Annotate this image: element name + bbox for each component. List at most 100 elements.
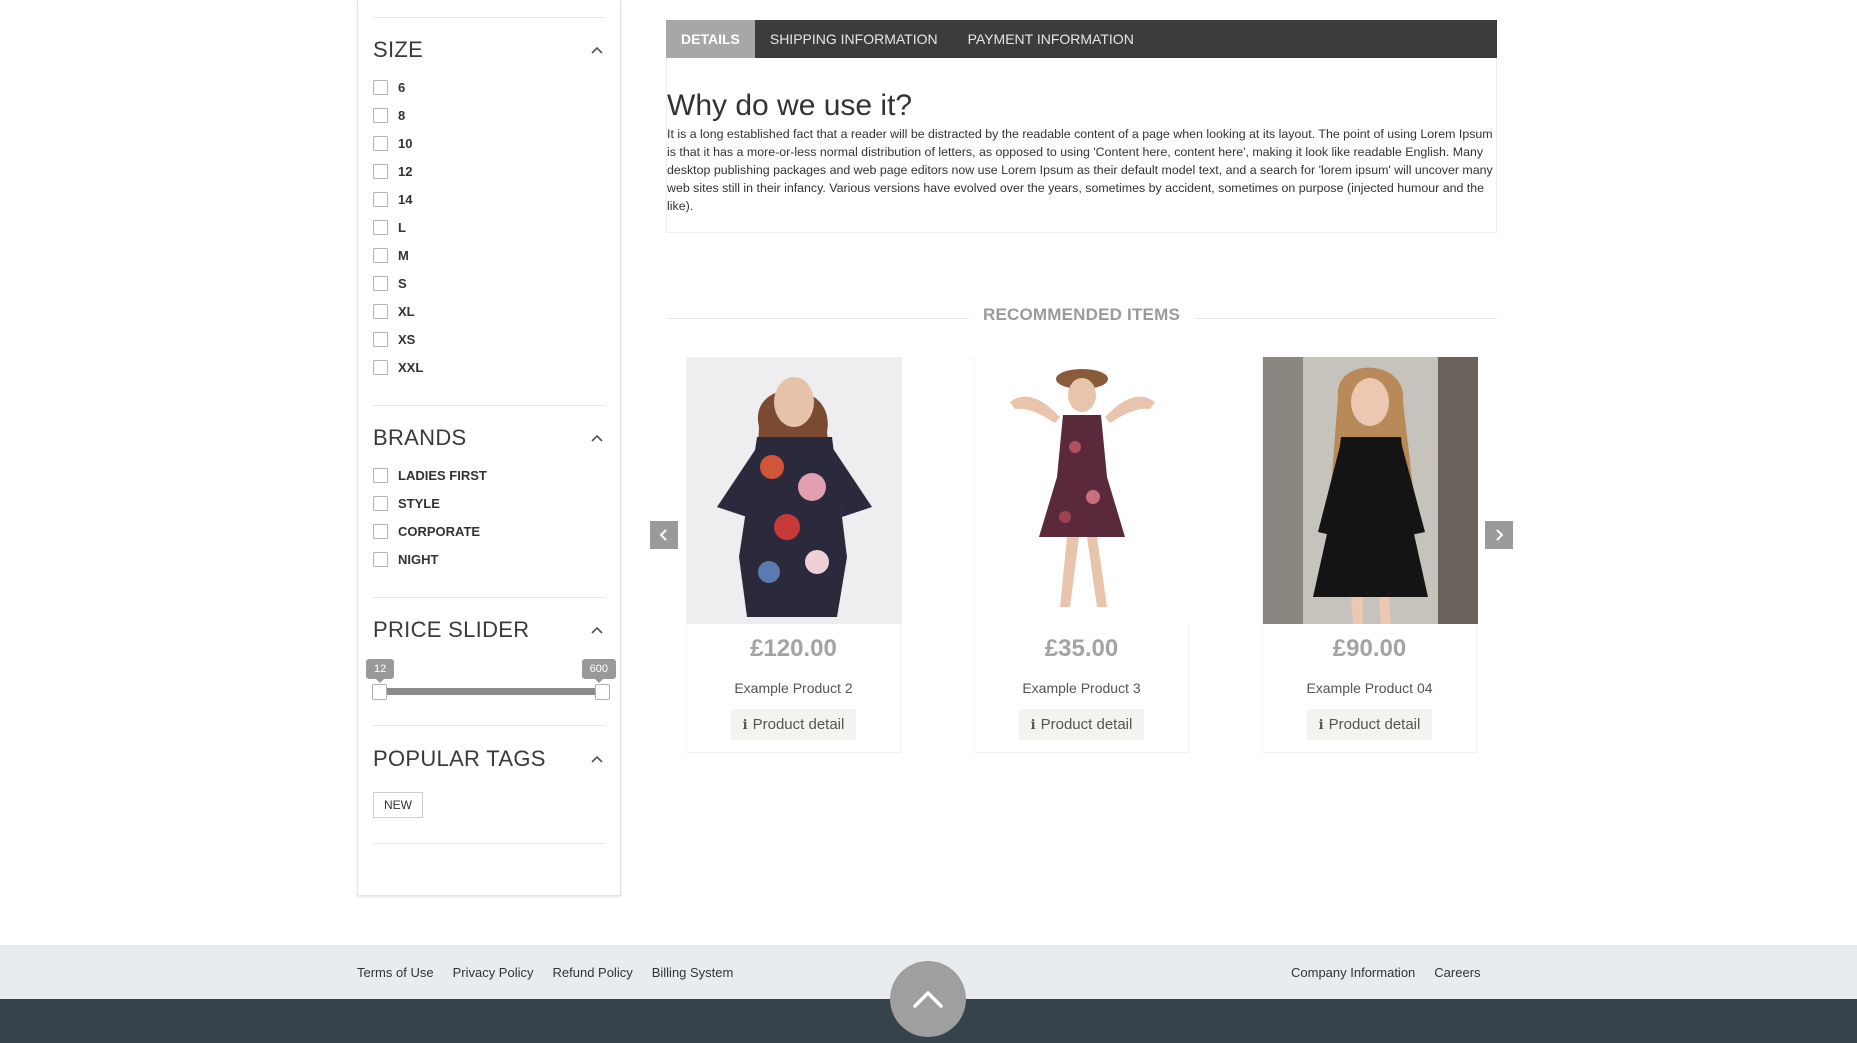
- footer-link-billing-system[interactable]: Billing System: [652, 965, 734, 980]
- details-panel: Why do we use it? It is a long establish…: [666, 58, 1497, 233]
- checkbox[interactable]: [373, 551, 388, 567]
- sidebar-divider: [373, 725, 605, 726]
- product-image[interactable]: [687, 357, 902, 624]
- product-price: £90.00: [1332, 635, 1407, 662]
- product-card: £90.00 Example Product 04 i Product detai…: [1262, 357, 1478, 753]
- size-filter-header: SIZE: [373, 35, 605, 65]
- brand-option-corporate[interactable]: CORPORATE: [373, 517, 605, 545]
- tab-shipping-information[interactable]: SHIPPING INFORMATION: [755, 20, 953, 58]
- info-icon: i: [742, 718, 748, 733]
- sidebar-divider: [373, 17, 605, 18]
- popular-tags-header: POPULAR TAGS: [373, 744, 605, 774]
- product-name[interactable]: Example Product 04: [1263, 680, 1476, 696]
- brands-filter: BRANDS LADIES FIRST STYLE CORPORATE NIGH…: [373, 423, 605, 573]
- checkbox[interactable]: [373, 331, 388, 347]
- info-icon: i: [1318, 718, 1324, 733]
- checkbox[interactable]: [373, 191, 388, 207]
- brand-option-night[interactable]: NIGHT: [373, 545, 605, 573]
- tab-details[interactable]: DETAILS: [666, 20, 755, 58]
- brands-filter-title: BRANDS: [373, 425, 467, 450]
- carousel-prev-button[interactable]: [650, 521, 678, 549]
- footer-link-terms-of-use[interactable]: Terms of Use: [357, 965, 434, 980]
- recommended-items-title: RECOMMENDED ITEMS: [968, 305, 1195, 324]
- footer-link-careers[interactable]: Careers: [1434, 965, 1480, 980]
- size-option-xs[interactable]: XS: [373, 325, 605, 353]
- size-option-xl[interactable]: XL: [373, 297, 605, 325]
- sidebar-divider: [373, 597, 605, 598]
- details-heading: Why do we use it?: [667, 89, 913, 122]
- sidebar-divider: [373, 843, 605, 844]
- checkbox[interactable]: [373, 275, 388, 291]
- checkbox[interactable]: [373, 107, 388, 123]
- checkbox[interactable]: [373, 495, 388, 511]
- footer-right-links: Company Information Careers: [1291, 965, 1481, 980]
- recommended-items-heading: RECOMMENDED ITEMS: [666, 305, 1497, 329]
- size-option-14[interactable]: 14: [373, 185, 605, 213]
- product-price: £120.00: [750, 635, 837, 662]
- size-filter: SIZE 6 8 10 12 14 L M S XL XS XXL: [373, 35, 605, 381]
- sidebar-divider: [373, 405, 605, 406]
- checkbox[interactable]: [373, 247, 388, 263]
- chevron-up-icon: [913, 991, 943, 1008]
- product-name[interactable]: Example Product 2: [687, 680, 900, 696]
- checkbox[interactable]: [373, 359, 388, 375]
- product-detail-button[interactable]: i Product detail: [1306, 709, 1433, 740]
- product-detail-button[interactable]: i Product detail: [1018, 709, 1145, 740]
- tab-payment-information[interactable]: PAYMENT INFORMATION: [953, 20, 1149, 58]
- product-info-tabs: DETAILS SHIPPING INFORMATION PAYMENT INF…: [666, 20, 1497, 58]
- product-card: £120.00 Example Product 2 i Product detai…: [686, 357, 902, 753]
- size-option-s[interactable]: S: [373, 269, 605, 297]
- product-image[interactable]: [1263, 357, 1478, 624]
- tag-new[interactable]: NEW: [373, 792, 423, 818]
- carousel-next-button[interactable]: [1485, 521, 1513, 549]
- popular-tags-title: POPULAR TAGS: [373, 746, 546, 771]
- size-option-8[interactable]: 8: [373, 101, 605, 129]
- chevron-right-icon: [1496, 529, 1504, 541]
- size-option-12[interactable]: 12: [373, 157, 605, 185]
- brands-filter-header: BRANDS: [373, 423, 605, 453]
- size-options: 6 8 10 12 14 L M S XL XS XXL: [373, 73, 605, 381]
- brand-options: LADIES FIRST STYLE CORPORATE NIGHT: [373, 461, 605, 573]
- size-option-10[interactable]: 10: [373, 129, 605, 157]
- chevron-up-icon[interactable]: [589, 622, 605, 638]
- price-slider-filter: PRICE SLIDER: [373, 615, 605, 645]
- info-icon: i: [1030, 718, 1036, 733]
- size-option-m[interactable]: M: [373, 241, 605, 269]
- chevron-up-icon[interactable]: [589, 751, 605, 767]
- chevron-up-icon[interactable]: [589, 430, 605, 446]
- popular-tags-filter: POPULAR TAGS NEW: [373, 744, 605, 818]
- product-detail-button[interactable]: i Product detail: [730, 709, 857, 740]
- back-to-top-button[interactable]: [890, 961, 966, 1037]
- checkbox[interactable]: [373, 523, 388, 539]
- price-range-slider[interactable]: 12 600: [366, 655, 616, 705]
- product-name[interactable]: Example Product 3: [975, 680, 1188, 696]
- size-option-xxl[interactable]: XXL: [373, 353, 605, 381]
- checkbox[interactable]: [373, 219, 388, 235]
- slider-track[interactable]: [380, 688, 602, 695]
- product-image[interactable]: [975, 357, 1190, 624]
- footer-left-links: Terms of Use Privacy Policy Refund Polic…: [357, 965, 733, 980]
- slider-min-handle[interactable]: [372, 684, 387, 700]
- price-slider-header: PRICE SLIDER: [373, 615, 605, 645]
- checkbox[interactable]: [373, 79, 388, 95]
- checkbox[interactable]: [373, 163, 388, 179]
- footer-link-privacy-policy[interactable]: Privacy Policy: [453, 965, 534, 980]
- checkbox[interactable]: [373, 467, 388, 483]
- size-option-6[interactable]: 6: [373, 73, 605, 101]
- footer-link-refund-policy[interactable]: Refund Policy: [553, 965, 633, 980]
- chevron-left-icon: [659, 529, 667, 541]
- chevron-up-icon[interactable]: [589, 42, 605, 58]
- details-body: It is a long established fact that a rea…: [667, 127, 1493, 213]
- brand-option-style[interactable]: STYLE: [373, 489, 605, 517]
- slider-max-handle[interactable]: [595, 684, 610, 700]
- slider-min-value: 12: [366, 659, 395, 683]
- brand-option-ladies-first[interactable]: LADIES FIRST: [373, 461, 605, 489]
- filters-sidebar: SIZE 6 8 10 12 14 L M S XL XS XXL BRANDS: [357, 0, 621, 896]
- checkbox[interactable]: [373, 135, 388, 151]
- product-price: £35.00: [1044, 635, 1119, 662]
- product-card: £35.00 Example Product 3 i Product detail: [974, 357, 1190, 753]
- footer-link-company-information[interactable]: Company Information: [1291, 965, 1415, 980]
- size-option-l[interactable]: L: [373, 213, 605, 241]
- checkbox[interactable]: [373, 303, 388, 319]
- slider-max-value: 600: [581, 659, 616, 683]
